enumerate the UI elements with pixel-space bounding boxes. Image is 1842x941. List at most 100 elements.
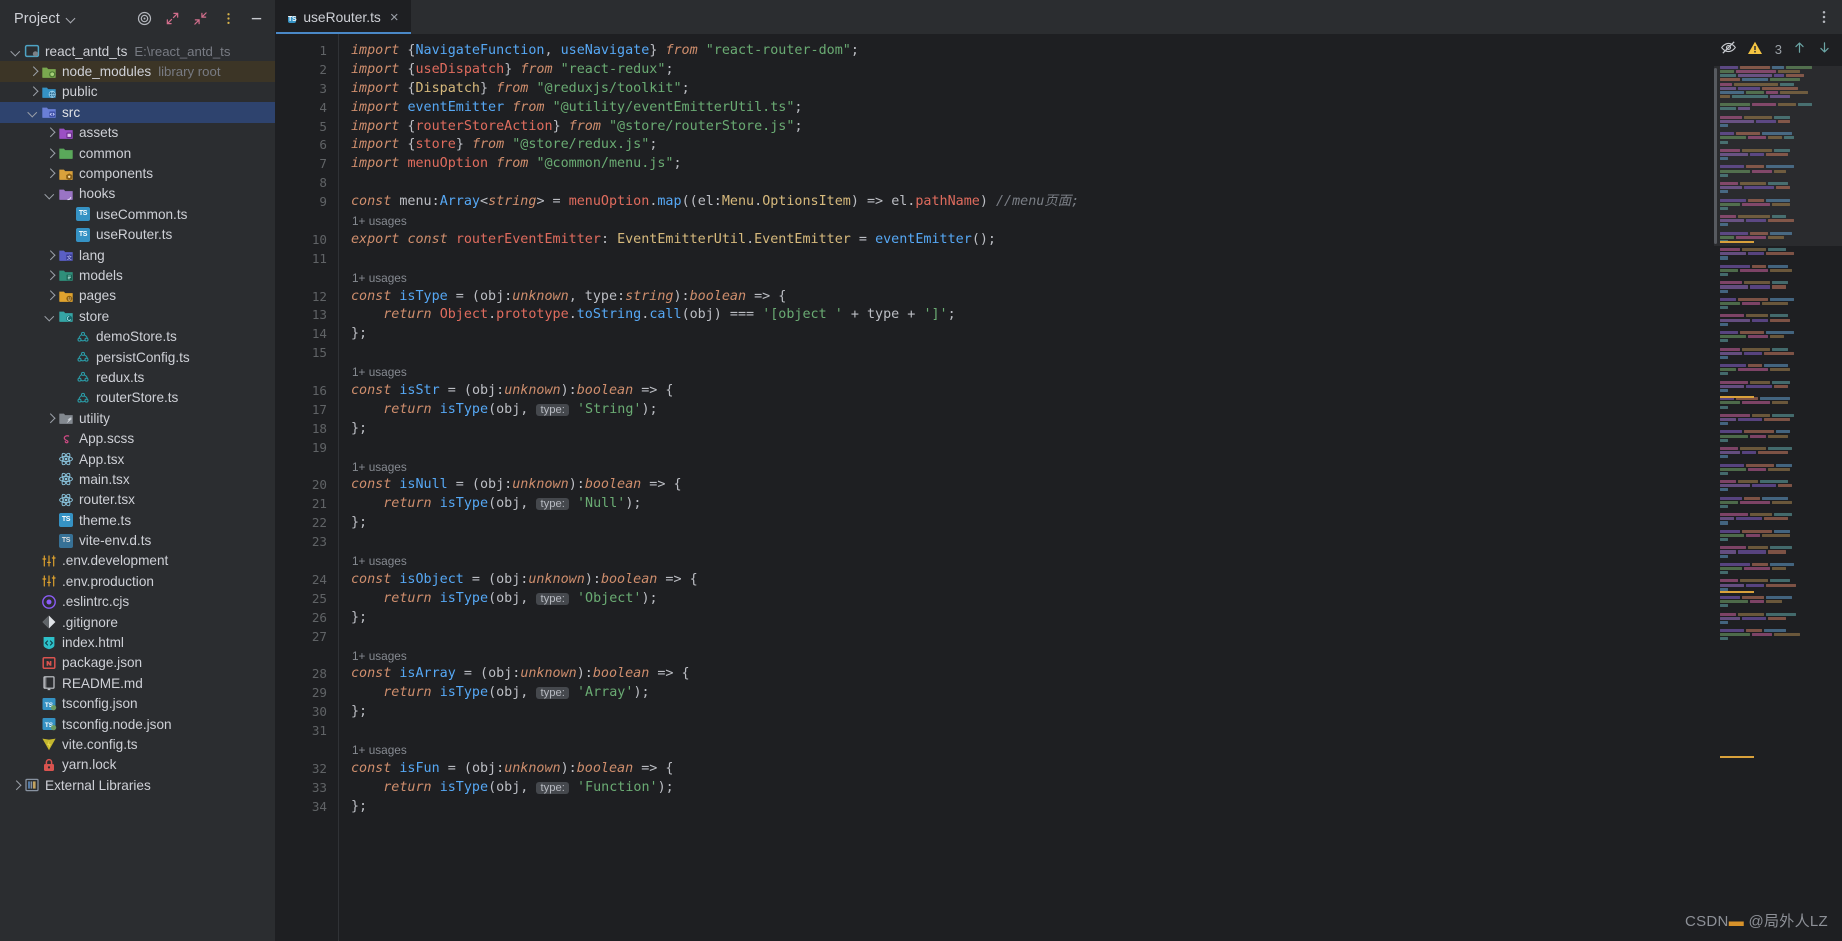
code-line[interactable]: }; [351,798,1714,817]
minimap-warning-stripe[interactable] [1720,241,1754,243]
chevron-right-icon[interactable] [44,147,56,159]
tree-item-package-json[interactable]: package.json [0,653,275,673]
chevron-down-icon[interactable] [10,45,22,57]
tree-item-vite-config-ts[interactable]: vite.config.ts [0,734,275,754]
code-line[interactable]: const isFun = (obj:unknown):boolean => { [351,760,1714,779]
tree-item-components[interactable]: components [0,163,275,183]
eye-off-icon[interactable] [1720,39,1737,59]
code-minimap[interactable] [1714,66,1842,941]
warning-triangle-icon[interactable] [1747,40,1763,59]
code-line[interactable]: const isNull = (obj:unknown):boolean => … [351,476,1714,495]
chevron-down-icon[interactable] [44,188,56,200]
code-line[interactable]: return Object.prototype.toString.call(ob… [351,306,1714,325]
tree-item-models[interactable]: models [0,265,275,285]
tree-item-vite-env-d-ts[interactable]: TS vite-env.d.ts [0,530,275,550]
tree-item-store[interactable]: store [0,306,275,326]
tree-item-main-tsx[interactable]: main.tsx [0,469,275,489]
usages-inlay-hint[interactable]: 1+ usages [351,212,1714,231]
code-line[interactable] [351,533,1714,552]
tree-item-hooks[interactable]: hooks [0,184,275,204]
code-line[interactable] [351,439,1714,458]
window-more-options-icon[interactable] [1816,0,1832,34]
chevron-down-icon[interactable] [44,310,56,322]
tree-item-tsconfig-json[interactable]: TS tsconfig.json [0,694,275,714]
minimap-warning-stripe[interactable] [1720,756,1754,758]
minimize-icon[interactable] [245,8,267,30]
code-line[interactable] [351,344,1714,363]
tab-useRouter-ts[interactable]: TS useRouter.ts × [276,0,411,34]
code-line[interactable]: import menuOption from "@common/menu.js"… [351,155,1714,174]
tree-item-router-tsx[interactable]: router.tsx [0,490,275,510]
chevron-right-icon[interactable] [44,412,56,424]
tree-item-persistconfig-ts[interactable]: persistConfig.ts [0,347,275,367]
tree-item-env-development[interactable]: .env.development [0,551,275,571]
usages-inlay-hint[interactable]: 1+ usages [351,647,1714,666]
code-line[interactable]: return isType(obj, type: 'Object'); [351,590,1714,609]
chevron-down-icon[interactable] [27,106,39,118]
tree-item-pages[interactable]: pages [0,286,275,306]
code-line[interactable] [351,722,1714,741]
chevron-right-icon[interactable] [44,249,56,261]
code-line[interactable] [351,250,1714,269]
code-line[interactable]: import {store} from "@store/redux.js"; [351,136,1714,155]
tree-item-routerstore-ts[interactable]: routerStore.ts [0,388,275,408]
chevron-right-icon[interactable] [27,86,39,98]
minimap-warning-stripe[interactable] [1720,396,1754,398]
tree-item-app-scss[interactable]: App.scss [0,428,275,448]
expand-icon[interactable] [161,8,183,30]
arrow-up-icon[interactable] [1792,40,1807,58]
tree-item-redux-ts[interactable]: redux.ts [0,367,275,387]
tree-item-lang[interactable]: 文 lang [0,245,275,265]
tree-item-gitignore[interactable]: .gitignore [0,612,275,632]
tree-item-theme-ts[interactable]: TS theme.ts [0,510,275,530]
chevron-right-icon[interactable] [10,779,22,791]
code-line[interactable]: }; [351,609,1714,628]
tree-item-tsconfig-node-json[interactable]: TS tsconfig.node.json [0,714,275,734]
code-line[interactable]: const isObject = (obj:unknown):boolean =… [351,571,1714,590]
inspection-widget[interactable]: 3 [1714,34,1842,64]
code-line[interactable]: const menu:Array<string> = menuOption. ma… [351,193,1714,212]
chevron-right-icon[interactable] [27,66,39,78]
tree-item-yarn-lock[interactable]: yarn.lock [0,755,275,775]
minimap-warning-stripe[interactable] [1720,591,1754,593]
target-icon[interactable] [133,8,155,30]
tree-item-eslintrc-cjs[interactable]: .eslintrc.cjs [0,592,275,612]
collapse-icon[interactable] [189,8,211,30]
chevron-down-icon[interactable] [66,13,78,25]
project-panel-title[interactable]: Project [14,11,60,27]
code-line[interactable]: }; [351,325,1714,344]
usages-inlay-hint[interactable]: 1+ usages [351,269,1714,288]
tree-item-usecommon-ts[interactable]: TS useCommon.ts [0,204,275,224]
tree-item-common[interactable]: common [0,143,275,163]
code-content[interactable]: import {NavigateFunction, useNavigate} f… [338,34,1714,941]
tree-item-index-html[interactable]: index.html [0,632,275,652]
code-line[interactable] [351,628,1714,647]
more-options-icon[interactable] [217,8,239,30]
code-line[interactable]: export const routerEventEmitter: EventEm… [351,231,1714,250]
code-line[interactable]: const isType = (obj:unknown, type:string… [351,288,1714,307]
code-line[interactable]: }; [351,703,1714,722]
usages-inlay-hint[interactable]: 1+ usages [351,458,1714,477]
tree-item-node-modules[interactable]: node_modules library root [0,61,275,82]
code-line[interactable]: import {routerStoreAction} from "@store/… [351,118,1714,137]
tree-item-public[interactable]: public [0,82,275,102]
usages-inlay-hint[interactable]: 1+ usages [351,363,1714,382]
usages-inlay-hint[interactable]: 1+ usages [351,552,1714,571]
tree-item-demostore-ts[interactable]: demoStore.ts [0,326,275,346]
tree-item-utility[interactable]: utility [0,408,275,428]
code-line[interactable]: return isType(obj, type: 'String'); [351,401,1714,420]
code-line[interactable]: const isStr = (obj:unknown):boolean => { [351,382,1714,401]
usages-inlay-hint[interactable]: 1+ usages [351,741,1714,760]
chevron-right-icon[interactable] [44,290,56,302]
code-line[interactable]: import {Dispatch} from "@reduxjs/toolkit… [351,80,1714,99]
arrow-down-icon[interactable] [1817,40,1832,58]
chevron-right-icon[interactable] [44,127,56,139]
tree-item-src[interactable]: src [0,102,275,123]
project-file-tree[interactable]: react_antd_ts E:\react_antd_ts node_module… [0,37,275,941]
tree-item-react-antd-ts[interactable]: react_antd_ts E:\react_antd_ts [0,41,275,61]
tree-item-external-libraries[interactable]: External Libraries [0,775,275,795]
chevron-right-icon[interactable] [44,269,56,281]
code-line[interactable] [351,174,1714,193]
tree-item-userouter-ts[interactable]: TS useRouter.ts [0,225,275,245]
code-line[interactable]: import {useDispatch} from "react-redux"; [351,61,1714,80]
